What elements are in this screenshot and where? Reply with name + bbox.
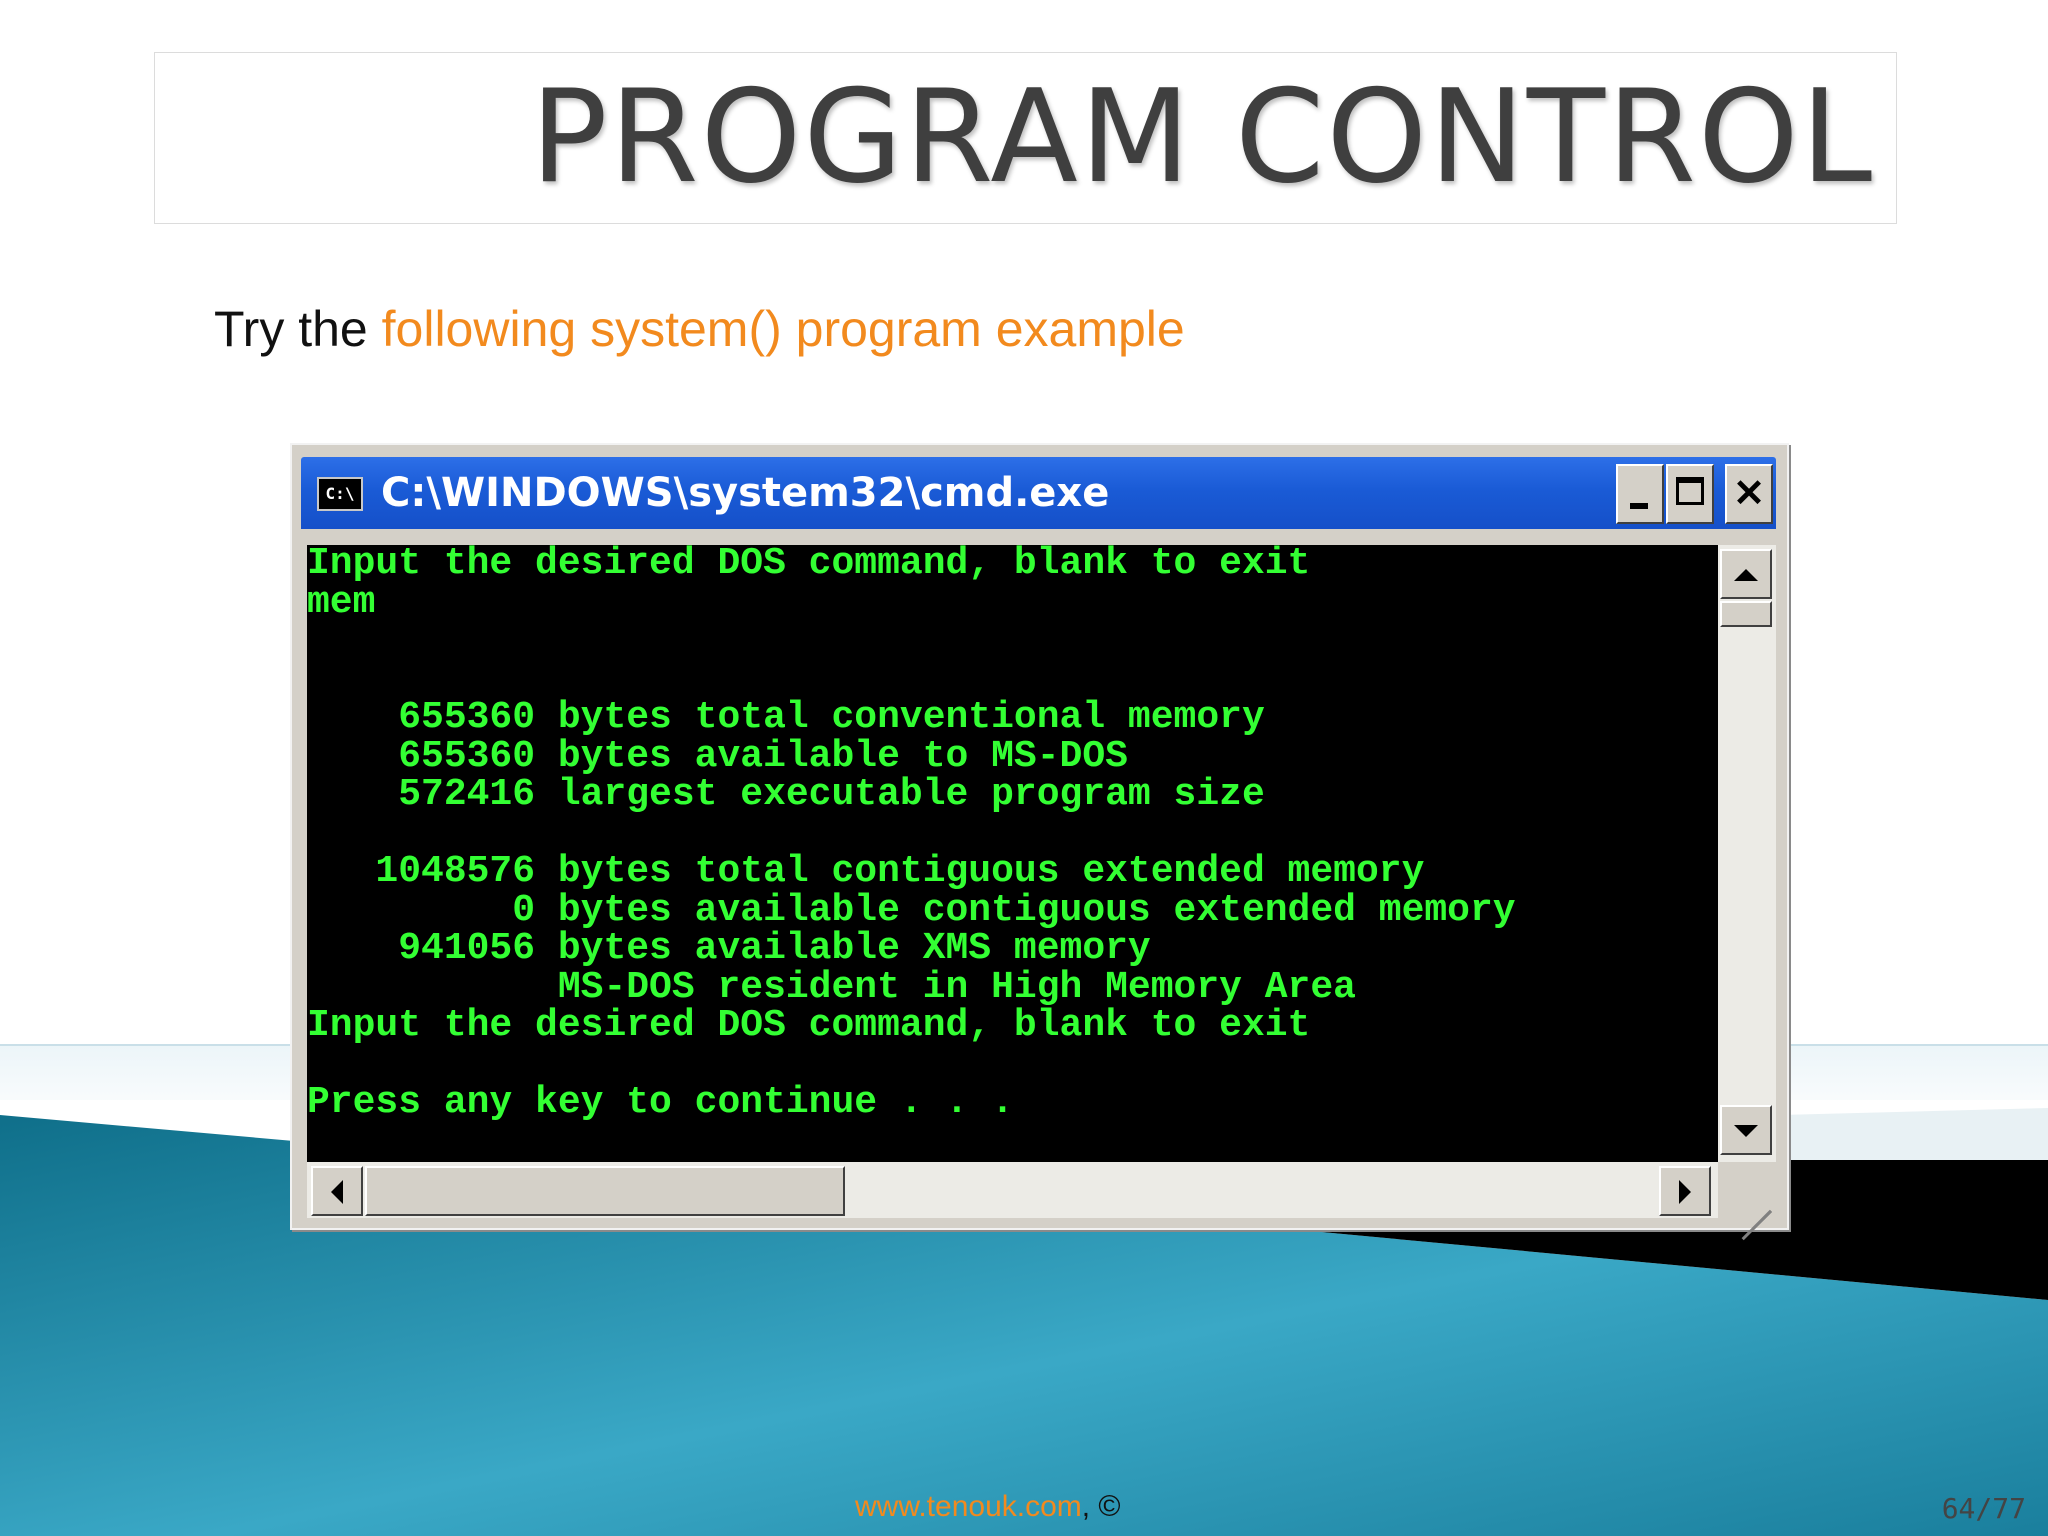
scroll-right-button[interactable] (1659, 1166, 1711, 1216)
footer-copyright: , © (1081, 1490, 1121, 1523)
close-button[interactable]: ✕ (1725, 464, 1773, 524)
arrow-left-icon (319, 1180, 343, 1204)
console-text: Input the desired DOS command, blank to … (307, 545, 1516, 1124)
arrow-up-icon (1734, 557, 1758, 581)
maximize-button[interactable] (1666, 464, 1714, 524)
vertical-scrollbar[interactable] (1718, 545, 1776, 1162)
page-number: 64/77 (1941, 1492, 2026, 1525)
footer-link[interactable]: www.tenouk.com (855, 1490, 1082, 1523)
resize-grip-icon[interactable] (1722, 1162, 1776, 1241)
subtitle-highlight: following system() program example (381, 301, 1185, 357)
cmd-window: C:\ C:\WINDOWS\system32\cmd.exe ✕ Input … (290, 443, 1789, 1241)
console-app-icon[interactable]: C:\ (317, 477, 363, 511)
scroll-left-button[interactable] (311, 1166, 363, 1216)
horizontal-scroll-thumb[interactable] (365, 1166, 845, 1216)
window-titlebar[interactable]: C:\ C:\WINDOWS\system32\cmd.exe ✕ (301, 457, 1776, 529)
console-output[interactable]: Input the desired DOS command, blank to … (307, 545, 1718, 1162)
window-title: C:\WINDOWS\system32\cmd.exe (381, 470, 1110, 516)
subtitle-prefix: Try the (214, 301, 382, 357)
close-icon: ✕ (1733, 473, 1765, 515)
scroll-up-button[interactable] (1720, 549, 1772, 599)
scroll-down-button[interactable] (1720, 1105, 1772, 1155)
slide-subtitle: Try the following system() program examp… (214, 300, 1185, 358)
vertical-scroll-thumb[interactable] (1720, 601, 1772, 627)
arrow-right-icon (1679, 1180, 1703, 1204)
slide-title: PROGRAM CONTROL (530, 63, 1874, 212)
minimize-button[interactable] (1616, 464, 1664, 524)
slide-footer: www.tenouk.com, © (855, 1490, 1121, 1524)
horizontal-scrollbar[interactable] (307, 1162, 1718, 1218)
title-box: PROGRAM CONTROL (154, 52, 1897, 224)
arrow-down-icon (1734, 1125, 1758, 1149)
